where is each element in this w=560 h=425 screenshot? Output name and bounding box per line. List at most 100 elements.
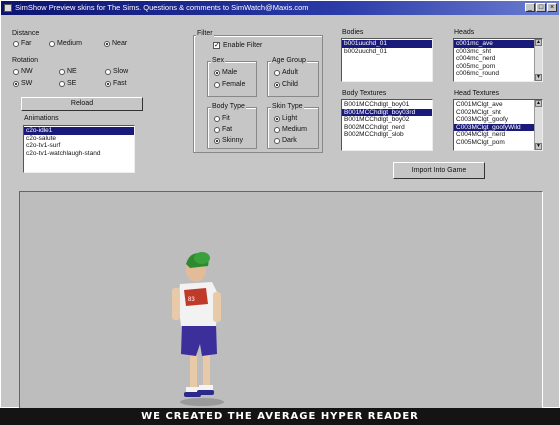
list-item[interactable]: B001MCChdlgt_boy01 [342, 101, 432, 109]
sex-group [207, 61, 257, 97]
rotation-sw-radio[interactable]: SW [13, 80, 32, 87]
age-child-radio[interactable]: Child [274, 81, 298, 88]
body-textures-label: Body Textures [341, 90, 388, 97]
head-textures-scrollbar[interactable]: ▲ ▼ [534, 100, 542, 150]
animations-list[interactable]: c2o-idle1 c2o-salute c2o-tv1-surf c2o-tv… [23, 125, 135, 173]
list-item[interactable]: c2o-salute [24, 135, 134, 143]
skin-light-radio[interactable]: Light [274, 115, 297, 122]
rotation-nw-radio[interactable]: NW [13, 68, 33, 75]
rotation-se-radio[interactable]: SE [59, 80, 76, 87]
rotation-label: Rotation [11, 57, 40, 64]
reload-button[interactable]: Reload [21, 97, 143, 111]
close-button[interactable]: × [547, 3, 557, 12]
radio-selected-icon [274, 81, 280, 88]
simshow-window: SimShow Preview skins for The Sims. Ques… [0, 0, 560, 409]
check-icon: ✓ [213, 42, 220, 49]
skin-type-label: Skin Type [271, 103, 304, 110]
rotation-slow-radio[interactable]: Slow [105, 68, 128, 75]
sex-female-radio[interactable]: Female [214, 81, 245, 88]
radio-icon [105, 68, 111, 75]
heads-list[interactable]: c001mc_ave c003mc_sht c004mc_nerd c005mc… [453, 38, 543, 82]
svg-text:83: 83 [188, 297, 195, 303]
age-group-label: Age Group [271, 57, 307, 64]
radio-icon [59, 80, 65, 87]
sex-male-radio[interactable]: Male [214, 69, 237, 76]
radio-icon [274, 69, 280, 76]
import-into-game-button[interactable]: Import Into Game [393, 162, 485, 179]
distance-far-radio[interactable]: Far [13, 40, 32, 47]
list-item[interactable]: b001uuchd_01 [342, 40, 432, 48]
list-item[interactable]: c001mc_ave [454, 40, 542, 48]
radio-icon [214, 126, 220, 133]
radio-selected-icon [104, 40, 110, 47]
radio-icon [49, 40, 55, 47]
app-icon [4, 4, 12, 12]
list-item[interactable]: c2o-tv1-surf [24, 142, 134, 150]
list-item[interactable]: c2o-idle1 [24, 127, 134, 135]
list-item[interactable]: B001MCChdlgt_boy02 [342, 116, 432, 124]
head-textures-list[interactable]: C001MClgt_ave C002MClgt_sht C003MClgt_go… [453, 99, 543, 151]
list-item[interactable]: B001MCChdlgt_boy03rd [342, 108, 432, 116]
distance-medium-radio[interactable]: Medium [49, 40, 82, 47]
list-item[interactable]: C001MClgt_ave [454, 101, 542, 109]
radio-icon [274, 126, 280, 133]
list-item[interactable]: C003MClgt_goofy [454, 116, 542, 124]
bodies-label: Bodies [341, 29, 365, 36]
radio-icon [214, 115, 220, 122]
radio-selected-icon [13, 80, 19, 87]
minimize-button[interactable]: _ [525, 3, 535, 12]
sex-label: Sex [211, 57, 226, 64]
skin-medium-radio[interactable]: Medium [274, 126, 307, 133]
scroll-up-icon[interactable]: ▲ [535, 100, 542, 107]
radio-icon [13, 68, 19, 75]
skin-dark-radio[interactable]: Dark [274, 137, 297, 144]
animations-label: Animations [23, 115, 60, 122]
radio-selected-icon [214, 69, 220, 76]
filter-label: Filter [196, 30, 214, 37]
list-item[interactable]: C003MClgt_goofyWild [454, 123, 542, 131]
radio-selected-icon [214, 137, 220, 144]
list-item[interactable]: B002MCChdlgt_slob [342, 131, 432, 139]
radio-icon [274, 137, 280, 144]
enable-filter-checkbox[interactable]: ✓ Enable Filter [213, 42, 262, 49]
list-item[interactable]: c004mc_nerd [454, 55, 542, 63]
radio-selected-icon [105, 80, 111, 87]
radio-selected-icon [274, 115, 280, 122]
distance-label: Distance [11, 30, 41, 37]
scroll-up-icon[interactable]: ▲ [535, 39, 542, 46]
list-item[interactable]: C002MClgt_sht [454, 109, 542, 117]
list-item[interactable]: c2o-tv1-watchlaugh-stand [24, 150, 134, 158]
body-fat-radio[interactable]: Fat [214, 126, 232, 133]
list-item[interactable]: c005mc_porn [454, 63, 542, 71]
head-textures-label: Head Textures [453, 90, 501, 97]
rotation-ne-radio[interactable]: NE [59, 68, 77, 75]
scroll-down-icon[interactable]: ▼ [535, 74, 542, 81]
list-item[interactable]: C004MClgt_nerd [454, 131, 542, 139]
window-title: SimShow Preview skins for The Sims. Ques… [15, 3, 309, 12]
body-textures-list[interactable]: B001MCChdlgt_boy01 B001MCChdlgt_boy03rd … [341, 99, 433, 151]
list-item[interactable]: C005MClgt_pom [454, 139, 542, 147]
list-item[interactable]: c003mc_sht [454, 48, 542, 56]
radio-icon [214, 81, 220, 88]
sim-character-figure: 83 [172, 252, 224, 406]
radio-icon [59, 68, 65, 75]
scroll-down-icon[interactable]: ▼ [535, 143, 542, 150]
age-group [267, 61, 319, 97]
rotation-fast-radio[interactable]: Fast [105, 80, 127, 87]
distance-near-radio[interactable]: Near [104, 40, 127, 47]
list-item[interactable]: c006mc_round [454, 70, 542, 78]
list-item[interactable]: B002MCChdlgt_nerd [342, 124, 432, 132]
age-adult-radio[interactable]: Adult [274, 69, 298, 76]
radio-icon [13, 40, 19, 47]
body-fit-radio[interactable]: Fit [214, 115, 230, 122]
magazine-banner: WE CREATED THE AVERAGE HYPER READER [0, 408, 560, 425]
body-skinny-radio[interactable]: Skinny [214, 137, 243, 144]
heads-scrollbar[interactable]: ▲ ▼ [534, 39, 542, 81]
heads-label: Heads [453, 29, 476, 36]
body-type-label: Body Type [211, 103, 246, 110]
title-bar: SimShow Preview skins for The Sims. Ques… [1, 1, 559, 15]
list-item[interactable]: b002uuchd_01 [342, 48, 432, 56]
sim-preview-viewport[interactable]: 83 [19, 191, 543, 409]
bodies-list[interactable]: b001uuchd_01 b002uuchd_01 [341, 38, 433, 82]
maximize-button[interactable]: □ [536, 3, 546, 12]
